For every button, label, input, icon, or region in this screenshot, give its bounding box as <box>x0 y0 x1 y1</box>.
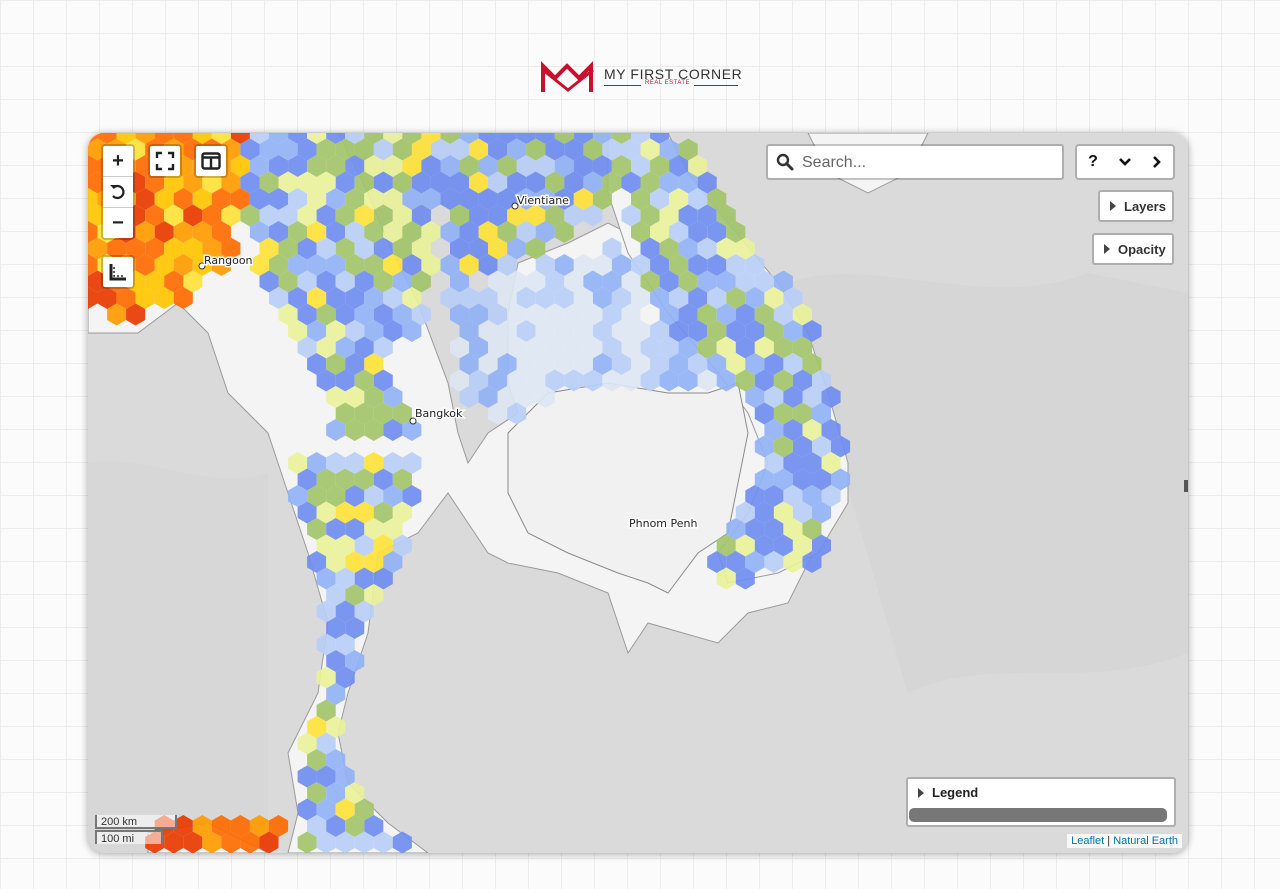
map-canvas[interactable]: Vientiane Rangoon Bangkok Phnom Penh <box>88 133 1188 853</box>
reset-view-icon <box>110 184 125 200</box>
city-label-rangoon: Rangoon <box>204 254 253 267</box>
side-resize-handle[interactable] <box>1184 480 1188 492</box>
legend-toggle[interactable]: Legend <box>908 785 978 800</box>
zoom-in-button[interactable]: + <box>103 146 133 177</box>
leaflet-link[interactable]: Leaflet <box>1071 835 1104 847</box>
measure-button[interactable] <box>103 257 133 287</box>
nav-control-group: ? <box>1075 144 1175 180</box>
map-container[interactable]: Vientiane Rangoon Bangkok Phnom Penh + − <box>88 133 1188 853</box>
search-bar[interactable] <box>766 144 1064 180</box>
fullscreen-control <box>148 144 182 178</box>
scale-bar: 200 km 100 mi <box>95 815 177 845</box>
zoom-control: + − <box>101 144 135 240</box>
legend-scrollbar[interactable] <box>909 808 1167 822</box>
search-input[interactable] <box>800 150 1054 176</box>
next-button[interactable] <box>1141 146 1173 178</box>
expand-triangle-icon <box>918 787 924 798</box>
expand-triangle-icon <box>1104 244 1110 254</box>
chevron-down-icon <box>1119 158 1131 166</box>
brand-subtitle: REAL ESTATE <box>641 80 695 86</box>
legend-panel[interactable]: Legend <box>906 777 1176 827</box>
expand-triangle-icon <box>1110 201 1116 211</box>
layers-toggle[interactable]: Layers <box>1098 190 1174 222</box>
brand-m-icon <box>541 61 594 92</box>
chevron-right-icon <box>1153 156 1161 168</box>
scale-km: 200 km <box>95 815 177 829</box>
brand-logo: MY FIRST CORNER REAL ESTATE <box>541 60 751 94</box>
city-label-vientiane: Vientiane <box>517 194 569 207</box>
split-view-button[interactable] <box>196 146 226 176</box>
legend-label: Legend <box>932 785 979 800</box>
fullscreen-button[interactable] <box>150 146 180 176</box>
opacity-label: Opacity <box>1118 241 1166 257</box>
opacity-toggle[interactable]: Opacity <box>1092 233 1174 265</box>
measure-control <box>101 255 135 289</box>
attribution: Leaflet | Natural Earth <box>1067 834 1182 848</box>
natural-earth-link[interactable]: Natural Earth <box>1113 835 1178 847</box>
help-button[interactable]: ? <box>1077 146 1109 178</box>
fullscreen-icon <box>155 151 175 171</box>
ruler-icon <box>109 264 126 281</box>
collapse-button[interactable] <box>1109 146 1141 178</box>
split-view-control <box>194 144 228 178</box>
search-icon <box>776 153 794 171</box>
city-label-bangkok: Bangkok <box>415 407 463 420</box>
zoom-out-button[interactable]: − <box>103 208 133 238</box>
split-view-icon <box>201 152 221 170</box>
reset-view-button[interactable] <box>103 177 133 208</box>
layers-label: Layers <box>1124 198 1166 214</box>
scale-mi: 100 mi <box>95 830 163 845</box>
city-label-phnom-penh: Phnom Penh <box>629 517 697 530</box>
attribution-separator: | <box>1107 835 1111 847</box>
